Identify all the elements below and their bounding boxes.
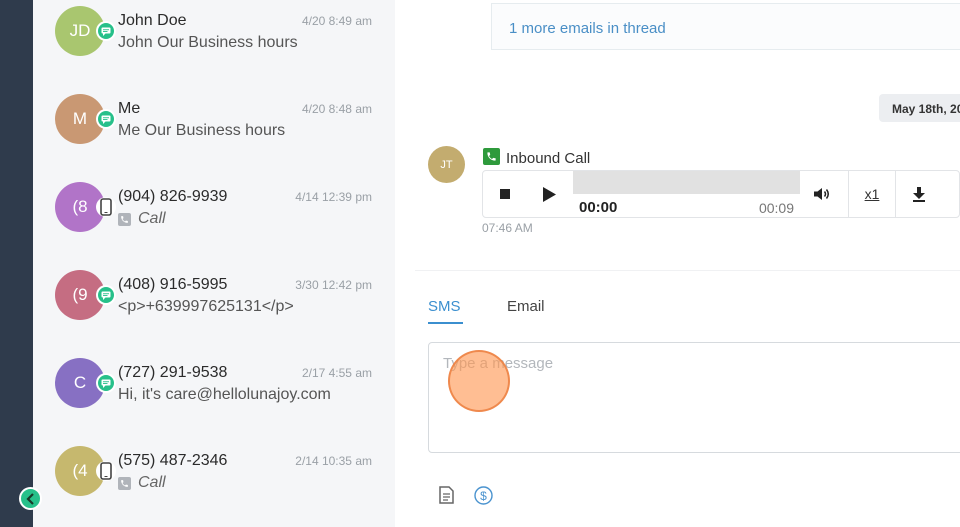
- message-preview: Hi, it's care@hellolunajoy.com: [118, 386, 331, 404]
- current-time: 00:00: [579, 199, 618, 216]
- conversation-item[interactable]: M Me 4/20 8:48 am Me Our Business hours: [33, 87, 395, 175]
- contact-name: (727) 291-9538: [118, 364, 228, 381]
- contact-name: John Doe: [118, 12, 187, 29]
- phone-call-icon: [118, 476, 131, 490]
- play-icon: [543, 186, 556, 202]
- preview-text: John Our Business hours: [118, 34, 298, 51]
- message-time: 2/14 10:35 am: [295, 454, 372, 468]
- message-preview: Call: [118, 210, 166, 228]
- preview-text: <p>+639997625131</p>: [118, 298, 294, 315]
- message-time: 2/17 4:55 am: [301, 366, 372, 380]
- chat-bubble-icon: [98, 287, 114, 303]
- chat-bubble-icon: [98, 23, 114, 39]
- phone-channel-badge: [96, 461, 116, 481]
- conversation-panel: 1 more emails in thread May 18th, 20 JT …: [395, 0, 960, 527]
- sms-channel-badge: [96, 373, 116, 393]
- click-indicator: [448, 350, 510, 412]
- conversation-item[interactable]: (8 (904) 826-9939 4/14 12:39 pm Call: [33, 175, 395, 263]
- duration: 00:09: [758, 200, 794, 216]
- call-timestamp: 07:46 AM: [482, 221, 533, 235]
- preview-text: Call: [138, 474, 166, 491]
- avatar: JT: [428, 146, 465, 183]
- conversation-list: JD John Doe 4/20 8:49 am John Our Business …: [33, 0, 395, 527]
- collapse-sidebar-button[interactable]: [19, 487, 42, 510]
- email-thread-expander[interactable]: 1 more emails in thread: [491, 3, 960, 50]
- message-composer: [428, 342, 960, 453]
- document-icon: [438, 486, 454, 504]
- stop-button[interactable]: [483, 171, 527, 217]
- chevron-left-icon: [25, 492, 34, 505]
- phone-channel-badge: [96, 197, 116, 217]
- volume-button[interactable]: [800, 171, 844, 217]
- progress-track[interactable]: [573, 171, 800, 194]
- contact-name: Me: [118, 100, 141, 117]
- download-icon: [913, 186, 925, 202]
- conversation-item[interactable]: (4 (575) 487-2346 2/14 10:35 am Call: [33, 439, 395, 527]
- message-time: 4/20 8:49 am: [301, 14, 372, 28]
- contact-name: (408) 916-5995: [118, 276, 228, 293]
- message-time: 3/30 12:42 pm: [295, 278, 372, 292]
- date-divider: May 18th, 20: [879, 94, 960, 122]
- more-emails-link[interactable]: 1 more emails in thread: [509, 20, 666, 37]
- tab-email[interactable]: Email: [507, 298, 545, 315]
- download-button[interactable]: [896, 171, 942, 217]
- chat-bubble-icon: [98, 111, 114, 127]
- phone-call-icon: [118, 212, 131, 226]
- left-nav-rail: [0, 0, 33, 527]
- tab-sms[interactable]: SMS: [428, 298, 461, 315]
- play-button[interactable]: [527, 171, 571, 217]
- message-time: 4/14 12:39 pm: [295, 190, 372, 204]
- conversation-item[interactable]: C (727) 291-9538 2/17 4:55 am Hi, it's care…: [33, 351, 395, 439]
- chat-bubble-icon: [98, 375, 114, 391]
- dollar-icon: $: [473, 485, 493, 505]
- mobile-phone-icon: [100, 198, 112, 216]
- contact-name: (904) 826-9939: [118, 188, 228, 205]
- divider: [415, 270, 960, 271]
- playback-rate-button[interactable]: x1: [849, 171, 895, 217]
- message-preview: <p>+639997625131</p>: [118, 298, 294, 316]
- audio-player: 00:00 00:09 x1: [482, 170, 960, 218]
- preview-text: Me Our Business hours: [118, 122, 286, 139]
- preview-text: Call: [138, 210, 166, 227]
- call-title: Inbound Call: [506, 150, 591, 167]
- active-tab-indicator: [428, 322, 463, 324]
- stop-icon: [500, 189, 510, 199]
- contact-name: (575) 487-2346: [118, 452, 228, 469]
- volume-icon: [814, 188, 829, 200]
- sms-channel-badge: [96, 285, 116, 305]
- sms-channel-badge: [96, 109, 116, 129]
- svg-text:$: $: [480, 489, 487, 503]
- payment-button[interactable]: $: [473, 485, 493, 505]
- conversation-item[interactable]: (9 (408) 916-5995 3/30 12:42 pm <p>+6399976…: [33, 263, 395, 351]
- conversation-item[interactable]: JD John Doe 4/20 8:49 am John Our Business …: [33, 0, 395, 87]
- phone-call-icon: [483, 148, 500, 165]
- template-button[interactable]: [436, 485, 456, 505]
- sms-channel-badge: [96, 21, 116, 41]
- app-root: JD John Doe 4/20 8:49 am John Our Business …: [0, 0, 960, 527]
- message-input[interactable]: [443, 355, 943, 372]
- audio-scrubber[interactable]: 00:00 00:09: [573, 171, 800, 217]
- message-preview: Call: [118, 474, 166, 492]
- preview-text: Hi, it's care@hellolunajoy.com: [118, 386, 331, 403]
- message-preview: Me Our Business hours: [118, 122, 285, 140]
- message-time: 4/20 8:48 am: [301, 102, 372, 116]
- mobile-phone-icon: [100, 462, 112, 480]
- message-preview: John Our Business hours: [118, 34, 298, 52]
